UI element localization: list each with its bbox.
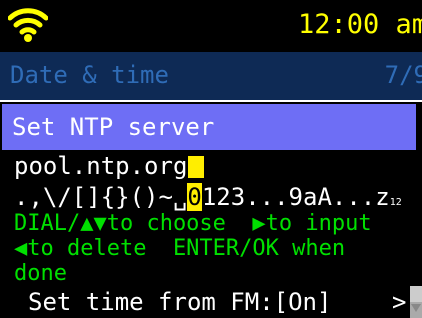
help-text: DIAL/▲▼to choose ▶to input ◀to delete EN… bbox=[14, 211, 372, 286]
scrollbar-thumb[interactable] bbox=[410, 286, 422, 302]
status-bar: 12:00 am bbox=[0, 0, 422, 52]
text-cursor bbox=[188, 156, 205, 178]
charset-prefix: .,\/[]{}()~␣ bbox=[14, 183, 188, 211]
menu-item-set-time-from-fm[interactable]: Set time from FM:[On] > bbox=[0, 286, 422, 318]
scrollbar[interactable] bbox=[410, 286, 422, 318]
menu-header: Date & time 7/9 bbox=[0, 52, 422, 100]
chevron-right-icon: > bbox=[392, 288, 407, 316]
ntp-server-input[interactable]: pool.ntp.org bbox=[14, 151, 205, 181]
page-indicator: 7/9 bbox=[384, 61, 422, 89]
wifi-icon bbox=[8, 8, 48, 42]
menu-title: Date & time bbox=[10, 61, 169, 89]
scroll-down-icon[interactable] bbox=[411, 304, 421, 312]
dialog-title-bar: Set NTP server bbox=[2, 104, 416, 150]
charset-suffix: 123...9aA...z bbox=[201, 183, 390, 211]
clock: 12:00 am bbox=[297, 9, 422, 40]
menu-item-label: Set time from FM:[On] bbox=[28, 288, 332, 316]
selected-character[interactable]: 0 bbox=[187, 183, 202, 211]
input-value: pool.ntp.org bbox=[14, 152, 188, 180]
dialog-title: Set NTP server bbox=[12, 113, 215, 141]
charset-tail: 12 bbox=[389, 197, 402, 208]
ntp-server-dialog: Set NTP server pool.ntp.org .,\/[]{}()~␣… bbox=[0, 100, 422, 286]
